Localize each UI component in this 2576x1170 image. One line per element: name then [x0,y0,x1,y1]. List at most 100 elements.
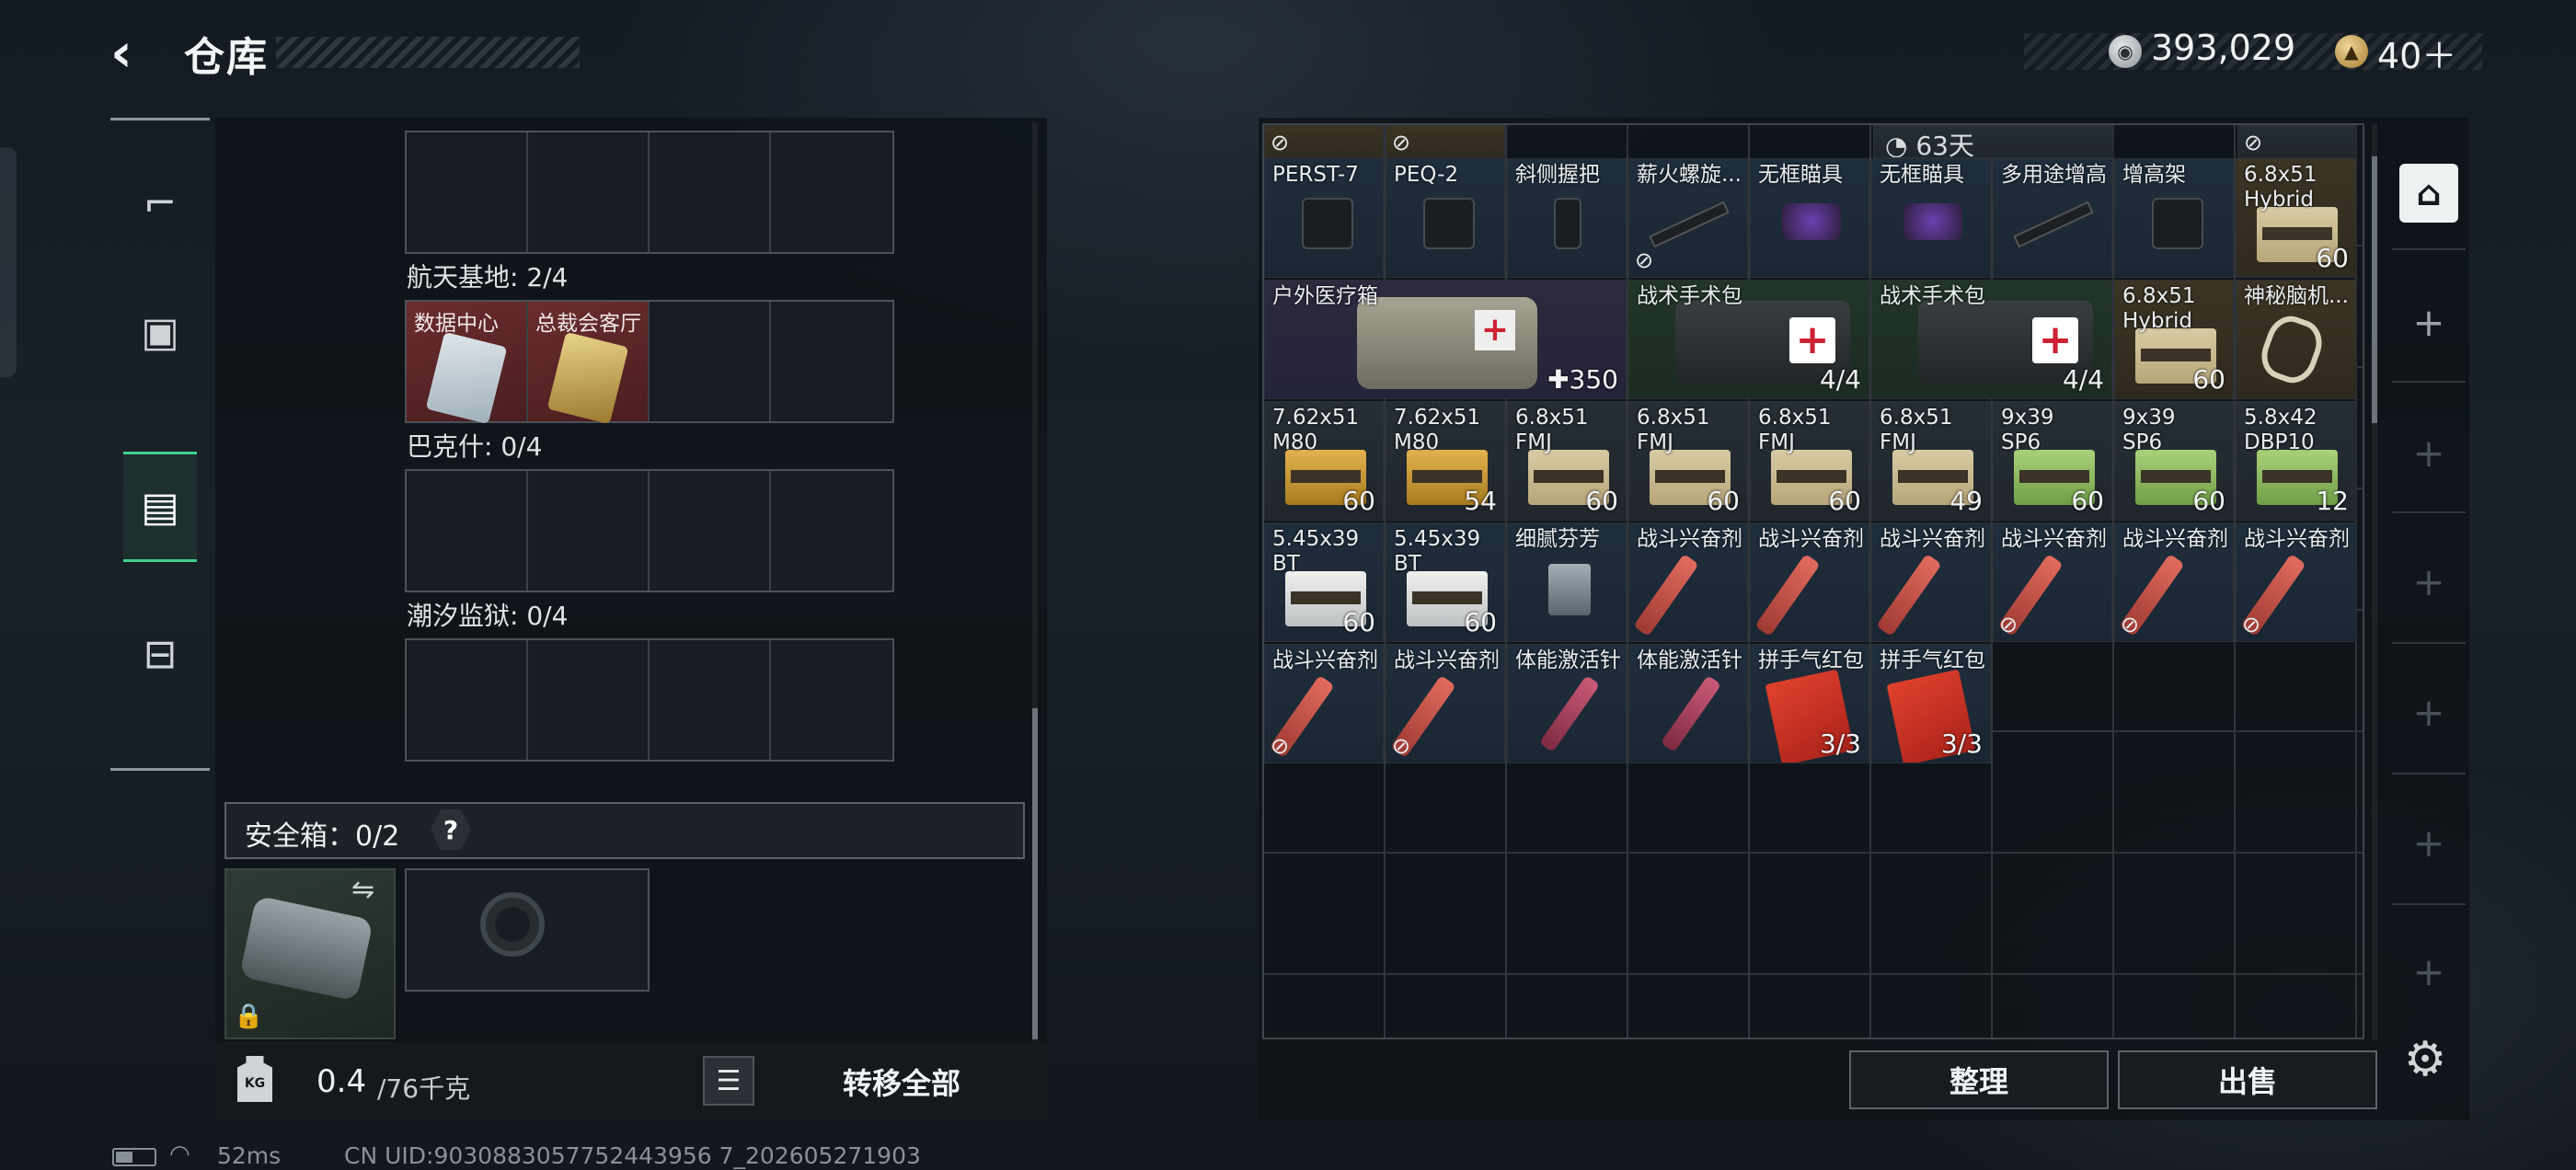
item-name: 5.45x39 BT [1272,527,1360,576]
item-combat-stim[interactable]: 战斗兴奋剂 [1750,522,1869,642]
item-name: 无框瞄具 [1758,163,1843,187]
collection-slot[interactable] [407,640,528,760]
plus-icon: + [2412,820,2445,866]
collection-slot[interactable] [650,471,771,591]
item-name: 斜侧握把 [1515,163,1600,187]
transfer-all-button[interactable]: 转移全部 [773,1058,1030,1106]
item-ammo-68-fmj[interactable]: 6.8x51 FMJ 60 [1628,401,1748,521]
item-ammo-68-fmj[interactable]: 6.8x51 FMJ 60 [1750,401,1869,521]
item-ammo-545-bt[interactable]: 5.45x39 BT 60 [1386,522,1505,642]
item-ammo-68-hybrid[interactable]: 6.8x51 Hybrid 60 [2114,280,2234,399]
no-trade-icon: ⊘ [1392,130,1411,155]
item-slot-partial[interactable]: ⊘ [1386,125,1505,158]
rail-image [2013,201,2094,248]
item-name: 5.45x39 BT [1394,527,1481,576]
item-ammo-939-sp6[interactable]: 9x39 SP6 60 [2114,401,2234,521]
item-mystery-bci[interactable]: 神秘脑机... [2236,280,2357,399]
collection-slot[interactable] [528,471,650,591]
item-fragrance[interactable]: 细腻芬芳 [1507,522,1627,642]
collection-slot[interactable] [528,640,650,760]
battery-icon [112,1148,156,1166]
collection-slot[interactable] [771,302,892,421]
sell-button[interactable]: 出售 [2118,1050,2377,1109]
add-warehouse-button[interactable]: + [2399,813,2458,872]
item-count: 54 [1464,486,1497,516]
keycard-slot[interactable]: 数据中心 [407,302,528,425]
collection-slot[interactable] [771,640,892,760]
nav-container[interactable]: ▤ [123,452,197,562]
add-warehouse-button[interactable]: + [2399,682,2458,741]
collection-slot[interactable] [650,132,771,252]
settings-button[interactable]: ⚙ [2396,1030,2455,1089]
item-red-envelope[interactable]: 拼手气红包 3/3 [1750,644,1869,763]
item-stamina-shot[interactable]: 体能激活针 [1507,644,1627,763]
safe-box-label: 安全箱：0/2 [245,820,400,853]
item-combat-stim[interactable]: 战斗兴奋剂 ⊘ [1386,644,1505,763]
item-ammo-939-sp6[interactable]: 9x39 SP6 60 [1993,401,2112,521]
right-scroll-thumb[interactable] [2372,156,2377,423]
warehouse-tab-main[interactable]: ⌂ [2399,164,2458,223]
collection-slot[interactable] [407,132,528,252]
list-view-button[interactable]: ☰ [703,1056,754,1106]
item-combat-stim[interactable]: 战斗兴奋剂 [1871,522,1991,642]
keycard-slot[interactable]: 总裁会客厅 [528,302,650,425]
swap-icon[interactable]: ⇋ [351,874,374,906]
add-warehouse-button[interactable]: + [2399,942,2458,1001]
nav-toolbox[interactable]: ⊟ [123,599,197,709]
collection-slot[interactable] [650,640,771,760]
item-surgical-kit[interactable]: 战术手术包 4/4 [1628,280,1869,399]
item-ammo-68-hybrid[interactable]: 6.8x51 Hybrid 60 [2236,158,2357,278]
nav-weapon[interactable]: ⌐ [123,148,197,258]
edge-handle[interactable] [0,147,17,377]
warehouse-icon: ⌂ [2416,173,2442,213]
item-red-envelope[interactable]: 拼手气红包 3/3 [1871,644,1991,763]
item-slot-partial[interactable]: ⊘ [1264,125,1384,158]
back-button[interactable]: ‹ [110,26,160,79]
item-ammo-68-fmj[interactable]: 6.8x51 FMJ 49 [1871,401,1991,521]
collection-slot[interactable] [771,471,892,591]
sort-button[interactable]: 整理 [1849,1050,2109,1109]
item-spiral-suppressor[interactable]: 薪火螺旋... ⊘ [1628,158,1748,278]
item-stamina-shot[interactable]: 体能激活针 [1628,644,1748,763]
lock-icon: 🔒 [234,1003,264,1030]
pistol-icon: ⌐ [143,179,178,227]
item-angled-grip[interactable]: 斜侧握把 [1507,158,1627,278]
collection-slot[interactable] [528,132,650,252]
item-frameless-sight[interactable]: 无框瞄具 [1750,158,1869,278]
item-ammo-68-fmj[interactable]: 6.8x51 FMJ 60 [1507,401,1627,521]
item-name: 薪火螺旋... [1637,163,1742,187]
item-peq2[interactable]: PEQ-2 [1386,158,1505,278]
item-ammo-545-bt[interactable]: 5.45x39 BT 60 [1264,522,1384,642]
item-outdoor-medkit[interactable]: 户外医疗箱 ✚350 [1264,280,1627,399]
item-combat-stim[interactable]: 战斗兴奋剂 ⊘ [1993,522,2112,642]
riser-image [2152,198,2203,249]
item-riser[interactable]: 增高架 [2114,158,2234,278]
item-count: 60 [2192,486,2225,516]
item-slot-partial[interactable]: ◔ 63天 [1873,125,2114,158]
token-amount[interactable]: 40＋ [2377,28,2456,78]
tab-divider [2392,773,2466,774]
add-warehouse-button[interactable]: + [2399,423,2458,482]
tab-divider [2392,903,2466,905]
item-frameless-sight[interactable]: 无框瞄具 [1871,158,1991,278]
item-combat-stim[interactable]: 战斗兴奋剂 ⊘ [2114,522,2234,642]
gold-token-icon: ▲ [2335,35,2368,68]
collection-slot[interactable] [650,302,771,421]
left-scroll-thumb[interactable] [1032,708,1038,1039]
item-name: 多用途增高 [2001,163,2107,187]
item-ammo-58-dbp10[interactable]: 5.8x42 DBP10 12 [2236,401,2357,521]
add-warehouse-button[interactable]: + [2399,552,2458,611]
collection-slot[interactable] [407,471,528,591]
item-perst7[interactable]: PERST-7 [1264,158,1384,278]
collection-slot[interactable] [771,132,892,252]
item-combat-stim[interactable]: 战斗兴奋剂 ⊘ [2236,522,2357,642]
item-ammo-762-m80[interactable]: 7.62x51 M80 60 [1264,401,1384,521]
item-surgical-kit[interactable]: 战术手术包 4/4 [1871,280,2112,399]
item-ammo-762-m80[interactable]: 7.62x51 M80 54 [1386,401,1505,521]
item-combat-stim[interactable]: 战斗兴奋剂 [1628,522,1748,642]
item-slot-partial[interactable]: ⊘ [2237,125,2357,158]
item-combat-stim[interactable]: 战斗兴奋剂 ⊘ [1264,644,1384,763]
add-warehouse-button[interactable]: + [2399,292,2458,351]
nav-armor[interactable]: ▣ [123,277,197,387]
item-multi-riser[interactable]: 多用途增高 [1993,158,2112,278]
